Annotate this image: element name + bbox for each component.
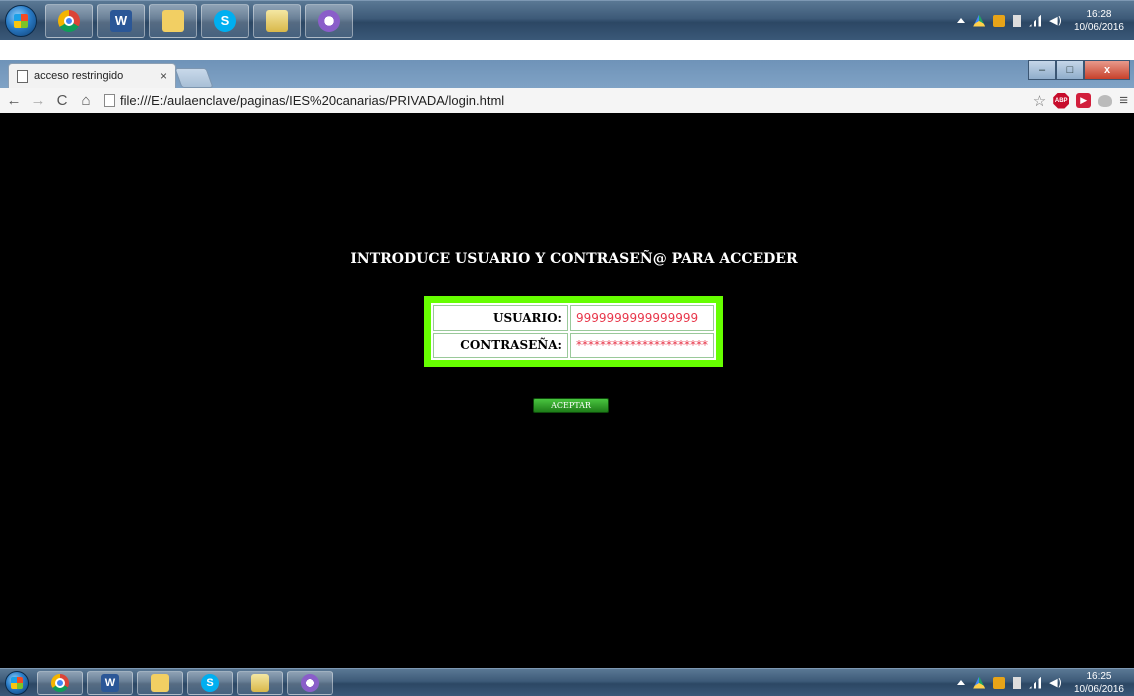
word-icon: W — [101, 673, 119, 692]
close-button[interactable]: x — [1084, 60, 1130, 80]
login-form: USUARIO: 9999999999999999 CONTRASEÑA: **… — [431, 303, 716, 360]
cloud-extension-icon[interactable] — [1098, 94, 1113, 107]
clock[interactable]: 16:28 10/06/2016 — [1074, 8, 1124, 34]
url-text: file:///E:/aulaenclave/paginas/IES%20can… — [120, 93, 505, 108]
taskbar-top: W S ◀) 16:28 10/06/2016 — [0, 0, 1134, 40]
paint-icon — [318, 9, 340, 32]
word-icon: W — [110, 9, 132, 32]
start-button[interactable] — [5, 670, 29, 695]
taskbar-word[interactable]: W — [87, 670, 133, 695]
accept-button[interactable]: ACEPTAR — [533, 398, 609, 413]
acrobat-icon[interactable] — [993, 14, 1006, 27]
reload-icon[interactable]: C — [52, 92, 72, 109]
password-row: CONTRASEÑA: ********************** — [433, 332, 714, 358]
clock-time: 16:28 — [1086, 8, 1112, 20]
taskbar-word[interactable]: W — [97, 3, 145, 38]
username-label: USUARIO: — [433, 305, 568, 331]
taskbar-folder[interactable] — [137, 670, 183, 695]
minimize-button[interactable]: – — [1028, 60, 1056, 80]
taskbar-paint[interactable] — [305, 3, 353, 38]
browser-toolbar: ← → C ⌂ file:///E:/aulaenclave/paginas/I… — [0, 88, 1134, 114]
back-icon[interactable]: ← — [4, 92, 24, 109]
taskbar-file-manager[interactable] — [237, 670, 283, 695]
page-heading: INTRODUCE USUARIO Y CONTRASEÑ@ PARA ACCE… — [350, 251, 798, 267]
username-input[interactable]: 9999999999999999 — [570, 305, 714, 331]
bookmark-star-icon[interactable]: ☆ — [1033, 92, 1046, 110]
password-input[interactable]: ********************** — [570, 332, 714, 358]
media-extension-icon[interactable]: ▶ — [1076, 93, 1092, 108]
show-hidden-icons-icon[interactable] — [957, 18, 966, 23]
browser-tab[interactable]: acceso restringido × — [8, 63, 176, 88]
taskbar-chrome[interactable] — [37, 670, 83, 695]
power-icon[interactable] — [1013, 14, 1022, 27]
google-drive-icon[interactable] — [973, 676, 986, 689]
tab-title: acceso restringido — [34, 70, 124, 82]
start-button[interactable] — [5, 4, 37, 37]
taskbar-folder[interactable] — [149, 3, 197, 38]
clock[interactable]: 16:25 10/06/2016 — [1074, 670, 1124, 696]
window-controls: – □ x — [1028, 60, 1130, 80]
adblock-plus-icon[interactable]: ABP — [1053, 92, 1070, 109]
taskbar-skype[interactable]: S — [201, 3, 249, 38]
power-icon[interactable] — [1013, 676, 1022, 689]
file-manager-icon — [251, 673, 269, 692]
show-hidden-icons-icon[interactable] — [957, 680, 966, 685]
taskbar-chrome[interactable] — [45, 3, 93, 38]
page-viewport: INTRODUCE USUARIO Y CONTRASEÑ@ PARA ACCE… — [0, 113, 1134, 668]
page-icon — [104, 94, 115, 107]
clock-date: 10/06/2016 — [1073, 683, 1124, 695]
maximize-button[interactable]: □ — [1056, 60, 1084, 80]
folder-icon — [151, 673, 169, 692]
network-icon[interactable] — [1029, 676, 1042, 689]
login-box: USUARIO: 9999999999999999 CONTRASEÑA: **… — [424, 296, 723, 367]
address-bar[interactable]: file:///E:/aulaenclave/paginas/IES%20can… — [104, 90, 1033, 111]
menu-icon[interactable]: ≡ — [1119, 92, 1128, 109]
acrobat-icon[interactable] — [993, 676, 1006, 689]
chrome-icon — [51, 673, 69, 692]
folder-icon — [162, 9, 184, 32]
password-label: CONTRASEÑA: — [433, 332, 568, 358]
system-tray: ◀) 16:25 10/06/2016 — [957, 669, 1124, 696]
google-drive-icon[interactable] — [973, 14, 986, 27]
tab-close-icon[interactable]: × — [160, 69, 167, 83]
home-icon[interactable]: ⌂ — [76, 92, 96, 109]
page-icon — [17, 69, 28, 83]
taskbar-file-manager[interactable] — [253, 3, 301, 38]
file-manager-icon — [266, 9, 288, 32]
skype-icon: S — [214, 9, 236, 32]
network-icon[interactable] — [1029, 14, 1042, 27]
new-tab-button[interactable] — [174, 68, 214, 88]
skype-icon: S — [201, 673, 219, 692]
volume-icon[interactable]: ◀) — [1049, 14, 1062, 27]
paint-icon — [301, 673, 319, 692]
taskbar-bottom: W S ◀) 16:25 10/06/2016 — [0, 668, 1134, 696]
clock-time: 16:25 — [1086, 670, 1112, 682]
extension-icons: ☆ ABP ▶ ≡ — [1033, 92, 1128, 110]
volume-icon[interactable]: ◀) — [1049, 676, 1062, 689]
username-row: USUARIO: 9999999999999999 — [433, 305, 714, 331]
chrome-icon — [58, 9, 80, 32]
taskbar-paint[interactable] — [287, 670, 333, 695]
clock-date: 10/06/2016 — [1073, 21, 1124, 33]
taskbar-skype[interactable]: S — [187, 670, 233, 695]
forward-icon[interactable]: → — [28, 92, 48, 109]
system-tray: ◀) 16:28 10/06/2016 — [957, 1, 1124, 40]
